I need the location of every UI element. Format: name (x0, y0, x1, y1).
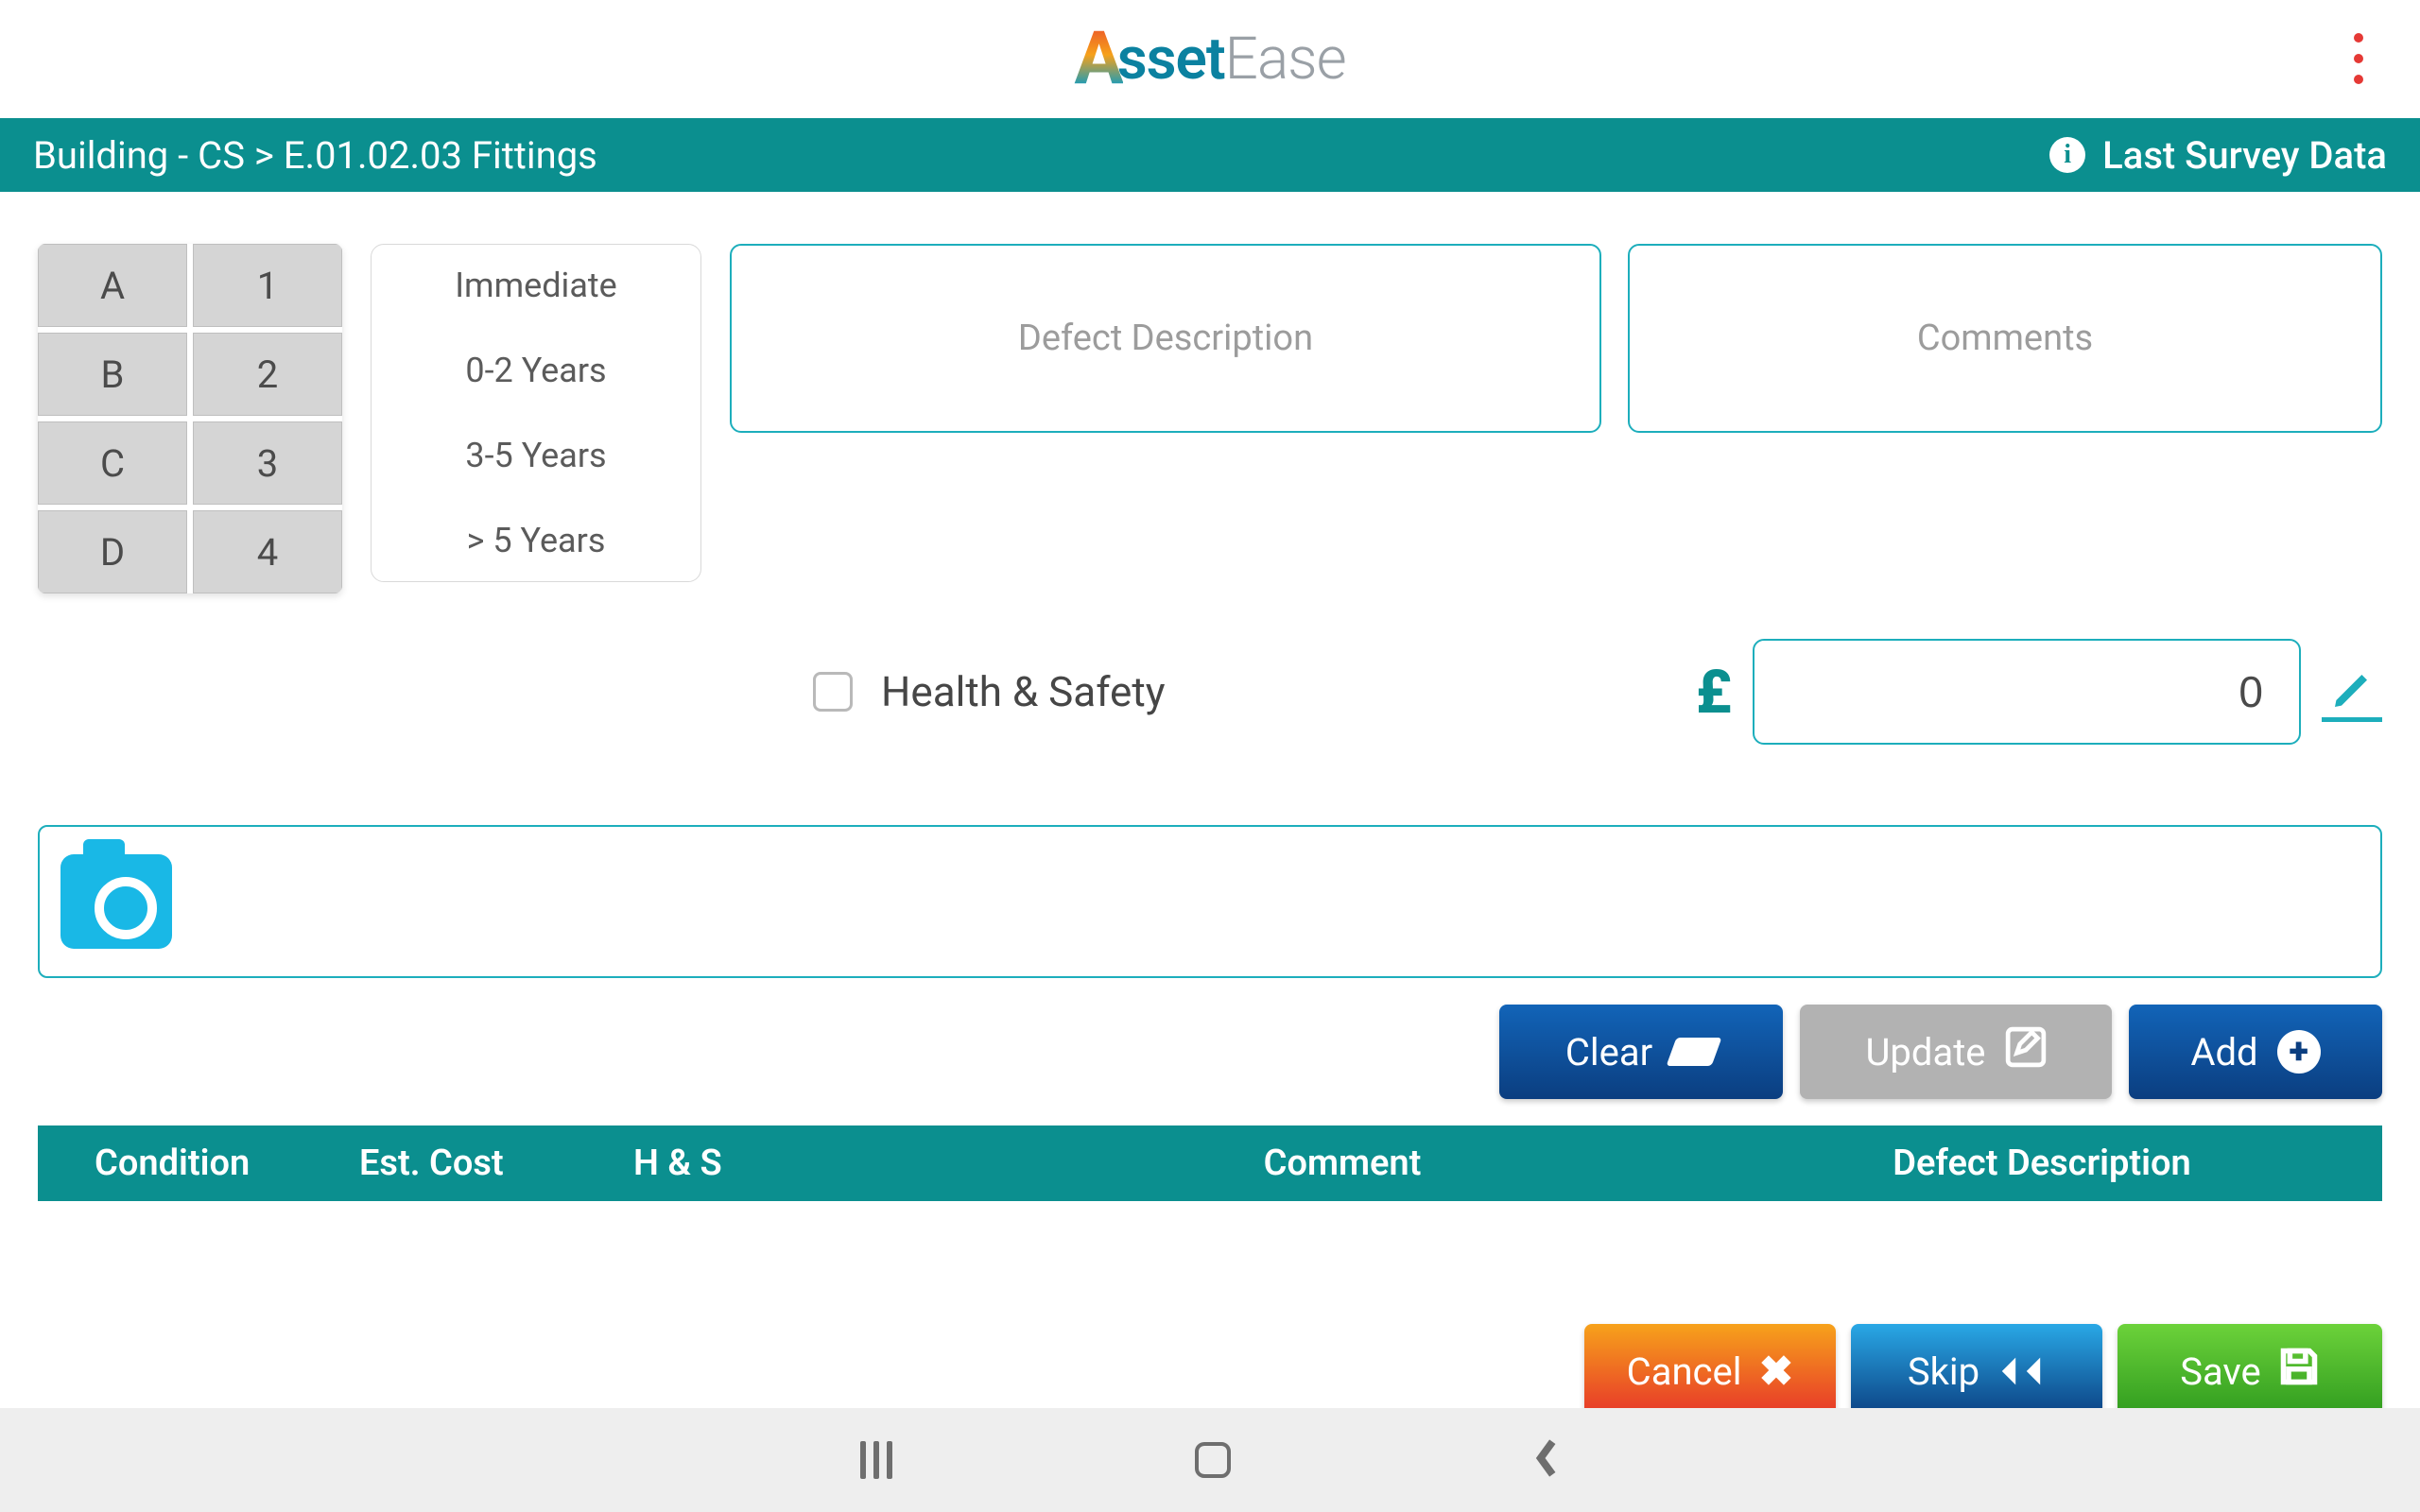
clear-label: Clear (1565, 1030, 1652, 1074)
defect-description-input[interactable]: Defect Description (730, 244, 1601, 433)
update-button: Update (1800, 1005, 2112, 1099)
th-comment: Comment (945, 1143, 1739, 1184)
grade-a[interactable]: A (38, 244, 187, 327)
add-label: Add (2190, 1030, 2257, 1074)
nav-home-icon[interactable] (1195, 1442, 1231, 1478)
th-condition: Condition (76, 1143, 359, 1184)
main-content: A 1 B 2 C 3 D 4 Immediate 0-2 Years 3-5 … (0, 192, 2420, 1418)
cancel-label: Cancel (1627, 1349, 1742, 1394)
photo-strip (38, 825, 2382, 978)
skip-label: Skip (1908, 1349, 1979, 1394)
app-logo: A sset Ease (1074, 16, 1345, 102)
timescale-immediate[interactable]: Immediate (455, 262, 617, 309)
comments-input[interactable]: Comments (1628, 244, 2382, 433)
timescale-3-5[interactable]: 3-5 Years (465, 432, 606, 479)
cancel-button[interactable]: Cancel ✖ (1584, 1324, 1836, 1418)
nav-recent-icon[interactable] (860, 1441, 892, 1479)
grade-3[interactable]: 3 (193, 421, 342, 505)
grade-b[interactable]: B (38, 333, 187, 416)
plus-icon: + (2277, 1030, 2321, 1074)
logo-text-sset: sset (1117, 25, 1225, 94)
th-cost: Est. Cost (359, 1143, 633, 1184)
th-hs: H & S (633, 1143, 945, 1184)
floppy-icon (2278, 1346, 2320, 1397)
grade-2[interactable]: 2 (193, 333, 342, 416)
edit-cost-icon[interactable] (2322, 662, 2382, 722)
last-survey-label: Last Survey Data (2102, 133, 2387, 178)
last-survey-link[interactable]: i Last Survey Data (2049, 133, 2387, 178)
save-label: Save (2180, 1349, 2261, 1394)
logo-letter-a: A (1074, 16, 1122, 102)
eraser-icon (1667, 1038, 1722, 1066)
overflow-menu-icon[interactable] (2335, 21, 2382, 96)
grade-d[interactable]: D (38, 510, 187, 593)
add-button[interactable]: Add + (2129, 1005, 2382, 1099)
info-icon: i (2049, 137, 2085, 173)
android-nav-bar (0, 1408, 2420, 1512)
condition-grade-grid: A 1 B 2 C 3 D 4 (38, 244, 342, 593)
grade-1[interactable]: 1 (193, 244, 342, 327)
health-safety-label: Health & Safety (881, 667, 1166, 716)
logo-text-ease: Ease (1225, 25, 1346, 94)
nav-back-icon[interactable] (1533, 1437, 1560, 1483)
save-button[interactable]: Save (2118, 1324, 2382, 1418)
edit-icon (2005, 1026, 2047, 1077)
timescale-selector: Immediate 0-2 Years 3-5 Years > 5 Years (371, 244, 701, 582)
breadcrumb-bar: Building - CS > E.01.02.03 Fittings i La… (0, 118, 2420, 192)
camera-icon[interactable] (60, 854, 172, 949)
skip-button[interactable]: Skip (1851, 1324, 2102, 1418)
clear-button[interactable]: Clear (1499, 1005, 1783, 1099)
grade-4[interactable]: 4 (193, 510, 342, 593)
comments-placeholder: Comments (1917, 318, 2093, 359)
grade-c[interactable]: C (38, 421, 187, 505)
currency-symbol: £ (1696, 657, 1732, 728)
chevron-double-left-icon (1996, 1354, 2046, 1388)
estimated-cost-input[interactable] (1753, 639, 2301, 745)
defect-placeholder: Defect Description (1018, 318, 1313, 359)
defects-table-header: Condition Est. Cost H & S Comment Defect… (38, 1125, 2382, 1201)
timescale-0-2[interactable]: 0-2 Years (465, 347, 606, 394)
th-defect: Defect Description (1739, 1143, 2344, 1184)
health-safety-checkbox[interactable] (813, 672, 853, 712)
app-header: A sset Ease (0, 0, 2420, 118)
breadcrumb: Building - CS > E.01.02.03 Fittings (33, 133, 597, 178)
timescale-5-plus[interactable]: > 5 Years (467, 517, 606, 564)
close-icon: ✖ (1758, 1347, 1793, 1396)
update-label: Update (1865, 1030, 1985, 1074)
